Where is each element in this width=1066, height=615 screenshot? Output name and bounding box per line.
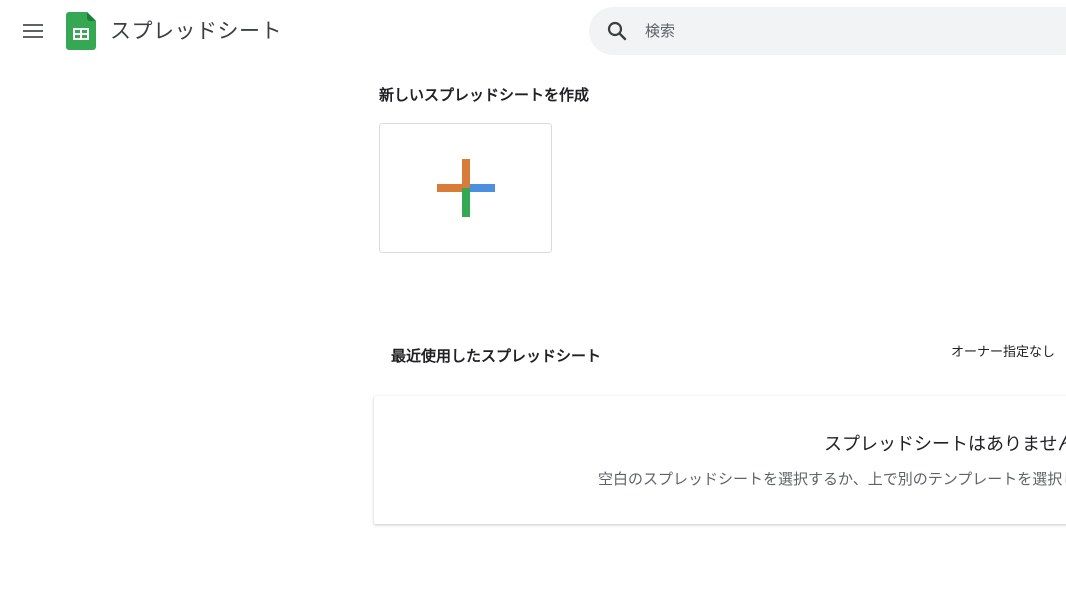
app-title: スプレッドシート (110, 19, 282, 43)
recent-section-heading: 最近使用したスプレッドシート (391, 347, 602, 365)
sheets-logo-icon[interactable] (66, 12, 96, 50)
search-input[interactable] (645, 17, 1065, 45)
empty-state-card: スプレッドシートはありません 空白のスプレッドシートを選択するか、上で別のテンプ… (374, 396, 1066, 524)
create-section-heading: 新しいスプレッドシートを作成 (379, 86, 590, 104)
hamburger-menu-icon (23, 24, 43, 38)
search-icon[interactable] (605, 19, 629, 43)
top-bar: スプレッドシート (0, 0, 1066, 64)
blank-spreadsheet-card[interactable] (379, 123, 552, 253)
empty-state-title: スプレッドシートはありません (824, 434, 1066, 455)
search-bar[interactable] (589, 7, 1066, 55)
empty-state-subtitle: 空白のスプレッドシートを選択するか、上で別のテンプレートを選択してください (598, 470, 1066, 488)
plus-icon (437, 159, 495, 217)
owner-filter-dropdown[interactable]: オーナー指定なし (951, 343, 1055, 363)
main-menu-button[interactable] (17, 15, 49, 47)
